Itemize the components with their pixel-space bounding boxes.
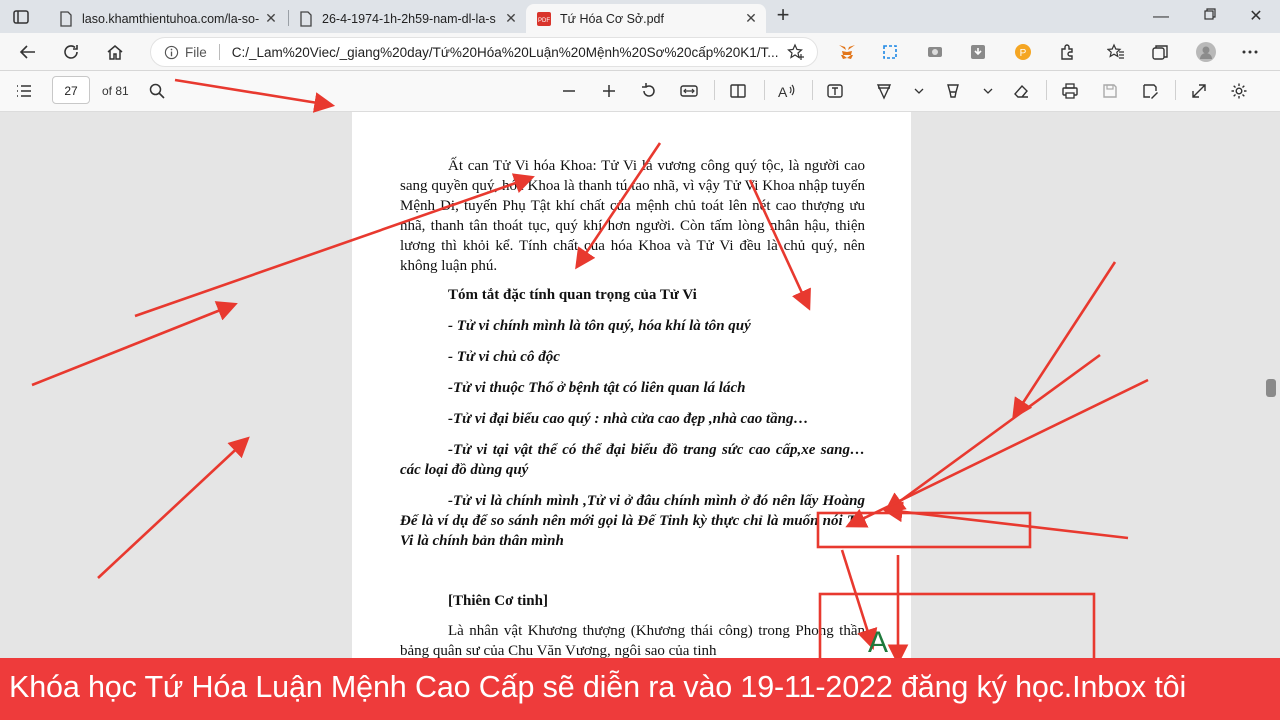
url-text[interactable]: C:/_Lam%20Viec/_giang%20day/Tứ%20Hóa%20L… <box>232 45 785 60</box>
url-scheme: File <box>185 44 207 60</box>
bullet-item: - Tử vi chủ cô độc <box>448 349 560 365</box>
tab-label: 26-4-1974-1h-2h59-nam-dl-la-s <box>322 11 496 26</box>
toolbar-divider <box>764 80 765 100</box>
table-of-contents-icon[interactable] <box>13 80 35 102</box>
tab-laso[interactable]: laso.khamthientuhoa.com/la-so- ✕ <box>48 4 286 33</box>
intro-paragraph: Ất can Tử Vi hóa Khoa: Tử Vi là vương cô… <box>400 158 865 274</box>
address-bar[interactable]: File C:/_Lam%20Viec/_giang%20day/Tứ%20Hó… <box>150 37 818 67</box>
section-title: [Thiên Cơ tinh] <box>448 593 548 609</box>
section-paragraph: Là nhân vật Khương thượng (Khương thái c… <box>400 623 865 659</box>
tab-pdf-active[interactable]: PDF Tứ Hóa Cơ Sở.pdf ✕ <box>526 4 766 33</box>
annotation-letter: A <box>868 626 889 659</box>
toolbar-divider <box>1175 80 1176 100</box>
close-window-icon[interactable]: ✕ <box>1245 6 1267 28</box>
tab-strip: laso.khamthientuhoa.com/la-so- ✕ 26-4-19… <box>0 0 1280 33</box>
rotate-icon[interactable] <box>638 80 660 102</box>
bullet-item: -Tử vi đại biểu cao quý : nhà cửa cao đẹ… <box>448 411 809 427</box>
svg-text:A: A <box>778 84 788 100</box>
back-icon[interactable] <box>17 41 39 63</box>
search-icon[interactable] <box>146 80 168 102</box>
save-icon[interactable] <box>1099 80 1121 102</box>
camera-extension-icon[interactable] <box>925 42 945 62</box>
profile-avatar[interactable] <box>1196 42 1216 62</box>
address-divider <box>218 44 220 60</box>
restore-icon[interactable] <box>1199 6 1221 28</box>
close-tab-icon[interactable]: ✕ <box>502 10 520 27</box>
pdf-icon: PDF <box>536 11 552 27</box>
coin-extension-icon[interactable]: P <box>1013 42 1033 62</box>
page-view-icon[interactable] <box>727 80 749 102</box>
bullet-item: - Tử vi chính mình là tôn quý, hóa khí l… <box>448 318 751 334</box>
promo-banner-text: Khóa học Tứ Hóa Luận Mệnh Cao Cấp sẽ diễ… <box>9 670 1187 704</box>
screenshot-icon[interactable] <box>880 42 900 62</box>
scrollbar-thumb[interactable] <box>1266 379 1276 397</box>
add-favorite-icon[interactable] <box>785 41 807 63</box>
summary-heading: Tóm tắt đặc tính quan trọng của Tử Vi <box>448 287 697 303</box>
bullet-item: -Tử vi là chính mình ,Tử vi ở đâu chính … <box>400 493 865 549</box>
zoom-in-icon[interactable] <box>598 80 620 102</box>
collections-icon[interactable] <box>1150 42 1170 62</box>
svg-text:PDF: PDF <box>538 18 550 24</box>
toolbar-divider <box>1046 80 1047 100</box>
navigation-bar: File C:/_Lam%20Viec/_giang%20day/Tứ%20Hó… <box>0 33 1280 71</box>
bullet-item: -Tử vi thuộc Thổ ở bệnh tật có liên quan… <box>448 380 746 396</box>
highlight-options-chevron-icon[interactable] <box>977 80 999 102</box>
page-count: of 81 <box>102 84 129 98</box>
close-tab-icon[interactable]: ✕ <box>742 10 760 27</box>
download-extension-icon[interactable] <box>968 42 988 62</box>
home-icon[interactable] <box>104 41 126 63</box>
zoom-out-icon[interactable] <box>558 80 580 102</box>
page-icon <box>298 10 314 27</box>
minimize-icon[interactable]: — <box>1150 6 1172 28</box>
tab-26-4-1974[interactable]: 26-4-1974-1h-2h59-nam-dl-la-s ✕ <box>288 4 526 33</box>
draw-icon[interactable] <box>873 80 895 102</box>
favorites-icon[interactable] <box>1106 42 1126 62</box>
tab-actions-icon[interactable] <box>10 6 32 28</box>
highlight-icon[interactable] <box>942 80 964 102</box>
refresh-icon[interactable] <box>60 41 82 63</box>
more-options-icon[interactable] <box>1240 42 1260 62</box>
page-content: Ất can Tử Vi hóa Khoa: Tử Vi là vương cô… <box>400 156 865 661</box>
info-icon[interactable] <box>163 44 179 60</box>
close-tab-icon[interactable]: ✕ <box>262 10 280 27</box>
save-as-icon[interactable] <box>1139 80 1161 102</box>
page-number-input[interactable]: 27 <box>52 76 90 104</box>
metamask-icon[interactable] <box>837 42 857 62</box>
pdf-page: Ất can Tử Vi hóa Khoa: Tử Vi là vương cô… <box>352 112 911 720</box>
add-text-icon[interactable] <box>824 80 846 102</box>
toolbar-divider <box>714 80 715 100</box>
extensions-icon[interactable] <box>1057 42 1077 62</box>
toolbar-divider <box>812 80 813 100</box>
bullet-item: -Tử vi tại vật thể có thể đại biểu đồ tr… <box>400 442 865 478</box>
tab-label: Tứ Hóa Cơ Sở.pdf <box>560 11 664 26</box>
new-tab-button[interactable]: + <box>772 4 794 27</box>
tab-label: laso.khamthientuhoa.com/la-so- <box>82 11 260 26</box>
pdf-toolbar: A <box>0 71 1280 112</box>
fullscreen-icon[interactable] <box>1188 80 1210 102</box>
page-icon <box>58 10 74 27</box>
read-aloud-icon[interactable]: A <box>776 80 798 102</box>
draw-options-chevron-icon[interactable] <box>908 80 930 102</box>
print-icon[interactable] <box>1059 80 1081 102</box>
fit-to-width-icon[interactable] <box>678 80 700 102</box>
settings-gear-icon[interactable] <box>1228 80 1250 102</box>
pdf-viewer[interactable]: Ất can Tử Vi hóa Khoa: Tử Vi là vương cô… <box>0 112 1280 720</box>
erase-icon[interactable] <box>1010 80 1032 102</box>
svg-text:P: P <box>1020 48 1027 59</box>
